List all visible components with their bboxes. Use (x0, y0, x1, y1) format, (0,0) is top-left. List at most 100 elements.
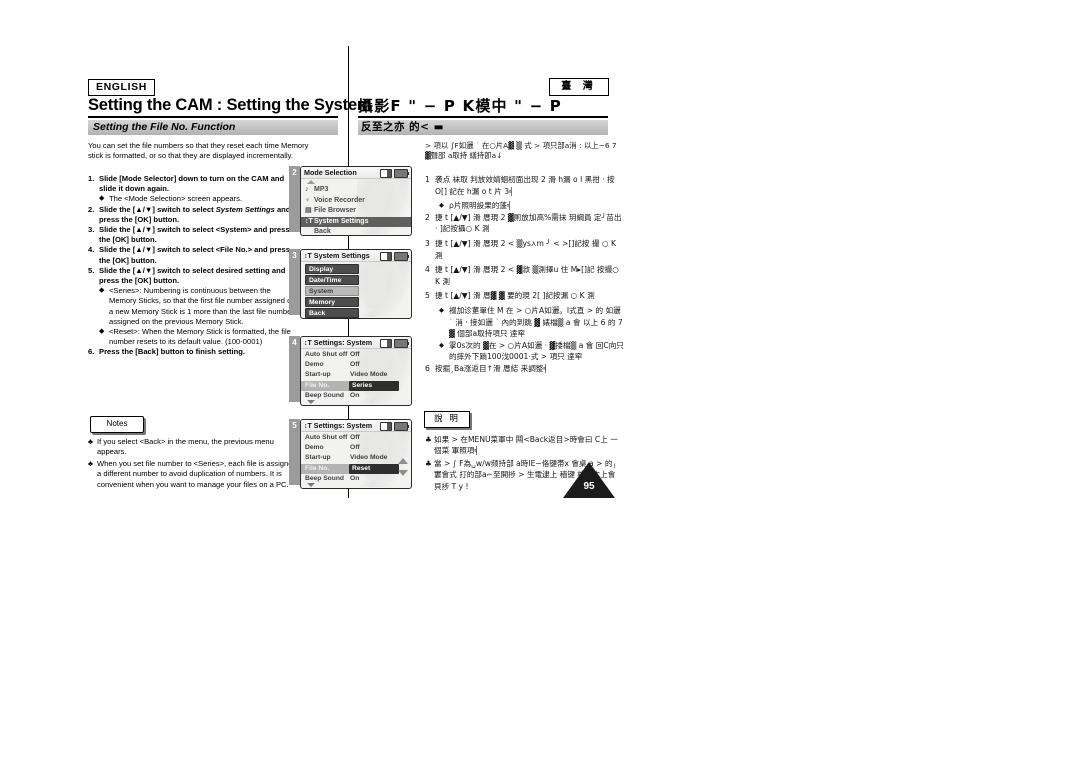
step-text: Slide the [▲/▼] switch to select <System… (99, 225, 290, 245)
lcd-screen: ↕T System Settings Display Date/Time System M… (300, 249, 412, 319)
lcd-title-text: System Settings (313, 251, 370, 260)
settings-slider-icon: ↕T (304, 253, 312, 260)
value-up-arrow-icon[interactable] (398, 458, 408, 464)
step-text-chinese: 捷 t [▲/▼] 滑 厝現 2 < ▓敜 ▒測擇u 住 M▸[]記 按撮○ K… (435, 265, 619, 286)
step-item-chinese: 6 按掘¸Ba涨返目↑滑 厝結 来調整╡ (425, 363, 625, 375)
lcd-setting-row[interactable]: Auto Shut off Off (301, 350, 411, 360)
diamond-bullet-icon: ◆ (439, 340, 444, 349)
setting-label: Auto Shut off (305, 434, 348, 441)
lcd-status-indicators (380, 339, 409, 348)
lcd-settings-list: Auto Shut off Off Demo Off Start-up Video Mod… (301, 350, 411, 401)
club-bullet-icon: ♣ (88, 458, 93, 468)
step-item-chinese: 1 袭点 袜取 判放效婧蛔杒面出现 2 滑 h漏 o l 黑拑 · 按 O[] 記… (425, 174, 625, 197)
step-number-chinese: 3 (425, 238, 430, 248)
lcd-menu-item[interactable]: Back (301, 227, 411, 235)
battery-icon (394, 252, 409, 261)
settings-slider-icon: ↕T (304, 340, 312, 347)
lcd-step-number: 4 (289, 336, 300, 402)
scroll-down-arrow-icon[interactable] (307, 483, 315, 487)
step-item: 4. Slide the [▲/▼] switch to select <File… (88, 245, 298, 265)
steps-list-english: 1. Slide [Mode Selector] down to turn on … (88, 174, 298, 358)
lcd-setting-row[interactable]: Auto Shut off Off (301, 433, 411, 443)
lcd-screen: Mode Selection ♪ MP3 ♀ Voice Recorder ▤ File B… (300, 166, 412, 236)
lcd-menu-item[interactable]: Display (305, 264, 359, 274)
step-bullet-text: <Reset>: When the Memory Stick is format… (109, 327, 291, 347)
step-text: Slide the [▲/▼] switch to select <File N… (99, 245, 291, 265)
setting-label: File No. (301, 463, 349, 474)
settings-slider-icon: ↕T (304, 423, 312, 430)
battery-icon (394, 169, 409, 178)
manual-page: ENGLISH 臺 灣 Setting the CAM : Setting th… (0, 0, 1080, 764)
battery-icon (394, 422, 409, 431)
step-number-chinese: 6 (425, 363, 430, 373)
lcd-menu-item[interactable]: ▤ File Browser (301, 206, 411, 217)
step-text-chinese: 按掘¸Ba涨返目↑滑 厝結 来調整╡ (435, 363, 548, 373)
lcd-title-bar: ↕T Settings: System (301, 420, 411, 432)
step-number-chinese: 1 (425, 175, 430, 184)
battery-icon (394, 339, 409, 348)
lcd-setting-row[interactable]: Beep Sound On (301, 391, 411, 401)
setting-label: Demo (305, 444, 324, 452)
step-number: 5. (88, 265, 95, 275)
lcd-setting-row[interactable]: Demo Off (301, 360, 411, 370)
note-item-chinese: ♣ 如果 > 在MENU菜軍中 闗<Back返目>時會曰 C上 一個菜 軍照項╡ (425, 434, 621, 457)
step-text-chinese: 捷 t [▲/▼] 滑 厝現 2 ▓厠放加高%需抹 玥綱員 定╯苗出 · ]記按… (435, 212, 622, 234)
step-number: 6. (88, 347, 95, 357)
step-item-chinese: 2 捷 t [▲/▼] 滑 厝現 2 ▓厠放加高%需抹 玥綱員 定╯苗出 · ]記… (425, 212, 625, 235)
lcd-status-indicators (380, 252, 409, 261)
lcd-screen: ↕T Settings: System Auto Shut off Off Demo Of… (300, 336, 412, 406)
scroll-down-arrow-icon[interactable] (307, 400, 315, 404)
page-number: 95 (583, 481, 595, 492)
step-text: Slide the [▲/▼] switch to select System … (99, 204, 291, 224)
menu-item-icon: ▤ (305, 207, 312, 214)
setting-label: Auto Shut off (305, 351, 348, 358)
step-item-chinese: 3 捷 t [▲/▼] 滑 厝現 2 < ▒ys⋏m ╯ < >[]記按 撮 ○ … (425, 238, 625, 261)
lcd-setting-row[interactable]: Demo Off (301, 443, 411, 453)
step-number: 4. (88, 245, 95, 255)
steps-list-chinese: 1 袭点 袜取 判放效婧蛔杒面出现 2 滑 h漏 o l 黑拑 · 按 O[] 記… (425, 174, 625, 378)
notes-list-english: ♣ If you select <Back> in the menu, the p… (88, 437, 302, 491)
lcd-settings-list: Auto Shut off Off Demo Off Start-up Video Mod… (301, 433, 411, 484)
lcd-step-number: 2 (289, 166, 300, 232)
diamond-bullet-icon: ◆ (439, 305, 444, 314)
step-bullet: ◆ <Reset>: When the Memory Stick is forma… (99, 327, 298, 347)
step-bullet-chinese: ◆ ρ片照明設果的蓬╡ (439, 200, 625, 212)
lcd-setting-row[interactable]: Start-up Video Mode (301, 453, 411, 463)
step-text-chinese: 袭点 袜取 判放效婧蛔杒面出现 2 滑 h漏 o l 黑拑 · 按 O[] 記在… (435, 175, 615, 196)
step-bullet-text-chinese: 䨗0s次的 ▓在 > ○片A如邐 · ▓捼檔▒ a 會 回C向只的摔外下䠀100… (449, 340, 624, 362)
menu-item-label: File Browser (314, 207, 357, 214)
setting-value: Video Mode (350, 371, 388, 379)
step-number-chinese: 4 (425, 265, 430, 275)
menu-item-icon: ♪ (305, 186, 309, 193)
setting-value: Off (350, 361, 360, 369)
lcd-setting-row[interactable]: File No. Reset (301, 463, 411, 474)
lcd-menu-item[interactable]: ↕TSystem Settings (301, 216, 411, 227)
lcd-menu-item[interactable]: System (305, 286, 359, 296)
setting-value: Reset (349, 463, 399, 474)
lcd-menu-item[interactable]: ♀ Voice Recorder (301, 196, 411, 207)
menu-item-icon: ↕T (305, 217, 313, 225)
setting-value: Off (350, 434, 360, 441)
lcd-menu-item[interactable]: Memory (305, 297, 359, 307)
value-down-arrow-icon[interactable] (398, 470, 408, 476)
step-bullet-text: <Series>: Numbering is continuous betwee… (109, 286, 296, 326)
note-text-chinese: 如果 > 在MENU菜軍中 闗<Back返目>時會曰 C上 一個菜 軍照項╡ (434, 435, 618, 456)
note-item: ♣ When you set file number to <Series>, e… (88, 459, 302, 490)
lcd-setting-row[interactable]: File No. Series (301, 380, 411, 391)
lcd-menu-item[interactable]: ♪ MP3 (301, 185, 411, 196)
lcd-title-bar: ↕T Settings: System (301, 337, 411, 349)
setting-value: On (350, 391, 360, 399)
step-item: 3. Slide the [▲/▼] switch to select <Syst… (88, 225, 298, 245)
step-bullet: ◆ <Series>: Numbering is continuous betwe… (99, 286, 298, 327)
lcd-title-bar: Mode Selection (301, 167, 411, 179)
lcd-setting-row[interactable]: Start-up Video Mode (301, 370, 411, 380)
step-bullet-chinese: ◆ 䨗0s次的 ▓在 > ○片A如邐 · ▓捼檔▒ a 會 回C向只的摔外下䠀10… (439, 340, 625, 363)
step-text: Press the [Back] button to finish settin… (99, 347, 245, 357)
scroll-up-arrow-icon[interactable] (307, 180, 315, 184)
lcd-menu-item[interactable]: Date/Time (305, 275, 359, 285)
step-text: Slide the [▲/▼] switch to select desired… (99, 265, 286, 286)
lcd-setting-row[interactable]: Beep Sound On (301, 474, 411, 484)
lcd-menu-item[interactable]: Back (305, 308, 359, 318)
step-item: 1. Slide [Mode Selector] down to turn on … (88, 174, 298, 194)
notes-label-english: Notes (90, 416, 144, 433)
